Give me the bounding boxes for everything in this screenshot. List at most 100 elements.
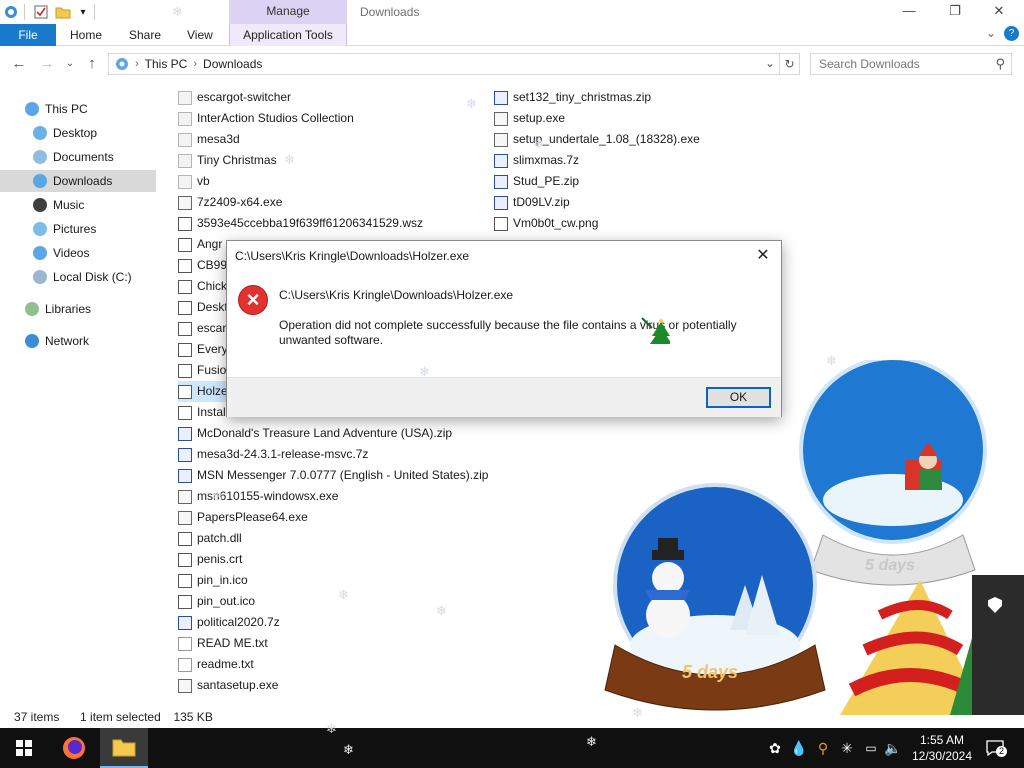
error-icon: ×	[238, 285, 268, 315]
file-list-item[interactable]: msn610155-windowsx.exe	[178, 486, 508, 507]
file-name: pin_out.ico	[197, 594, 256, 608]
archive-icon	[494, 91, 508, 105]
file-explorer-taskbar-button[interactable]	[100, 728, 148, 768]
tab-application-tools[interactable]: Application Tools	[229, 24, 347, 46]
file-list-item[interactable]: political2020.7z	[178, 612, 508, 633]
maximize-button[interactable]: ❐	[932, 0, 978, 24]
search-input[interactable]: Search Downloads ⚲	[810, 53, 1012, 75]
file-list-item[interactable]: slimxmas.7z	[494, 150, 824, 171]
file-list-item[interactable]: 7z2409-x64.exe	[178, 192, 508, 213]
file-name: CB99	[197, 258, 228, 272]
network-tray-icon[interactable]: ▭	[860, 728, 882, 768]
action-center-button[interactable]: 2	[982, 728, 1008, 768]
file-name: political2020.7z	[197, 615, 280, 629]
text-file-icon	[178, 658, 192, 672]
nav-label: Music	[53, 198, 85, 212]
nav-item-desktop[interactable]: Desktop	[0, 122, 156, 144]
file-list-item[interactable]: MSN Messenger 7.0.0777 (English - United…	[178, 465, 508, 486]
search-icon[interactable]: ⚲	[995, 56, 1005, 72]
file-list-item[interactable]: escargot-switcher	[178, 87, 508, 108]
address-dropdown-icon[interactable]: ⌄	[765, 56, 775, 70]
new-folder-icon[interactable]	[54, 3, 72, 21]
qat-divider	[94, 4, 95, 20]
tab-home[interactable]: Home	[58, 24, 114, 46]
file-list-item[interactable]: set132_tiny_christmas.zip	[494, 87, 824, 108]
nav-item-pictures[interactable]: Pictures	[0, 218, 156, 240]
status-bar: 37 items 1 item selected 135 KB	[14, 710, 213, 724]
tab-view[interactable]: View	[175, 24, 225, 46]
file-name: Install	[197, 405, 229, 419]
tray-app-icon[interactable]: ✿	[764, 728, 786, 768]
nav-item-this-pc[interactable]: This PC	[0, 98, 156, 120]
address-bar[interactable]: › This PC › Downloads ⌄	[108, 53, 780, 75]
file-list-item[interactable]: PapersPlease64.exe	[178, 507, 508, 528]
downloads-icon	[33, 174, 47, 188]
up-button[interactable]: ↑	[82, 54, 102, 74]
nav-item-downloads[interactable]: Downloads	[0, 170, 156, 192]
file-list-item[interactable]: Vm0b0t_cw.png	[494, 213, 824, 234]
breadcrumb-downloads[interactable]: Downloads	[203, 57, 262, 71]
nav-label: Documents	[53, 150, 114, 164]
tray-sparkle-icon[interactable]: ✳	[836, 728, 858, 768]
start-button[interactable]	[0, 728, 48, 768]
recent-locations-icon[interactable]: ⌄	[60, 54, 80, 74]
nav-item-network[interactable]: Network	[0, 330, 156, 352]
file-list-item[interactable]: mesa3d	[178, 129, 508, 150]
help-icon[interactable]: ?	[1004, 26, 1019, 41]
file-list-item[interactable]: vb	[178, 171, 508, 192]
forward-button[interactable]: →	[37, 54, 57, 74]
nav-item-documents[interactable]: Documents	[0, 146, 156, 168]
ok-button[interactable]: OK	[706, 387, 771, 408]
nav-item-libraries[interactable]: Libraries	[0, 298, 156, 320]
file-list-item[interactable]: setup.exe	[494, 108, 824, 129]
taskbar-clock[interactable]: 1:55 AM 12/30/2024	[906, 732, 978, 764]
breadcrumb-separator-icon[interactable]: ›	[193, 58, 197, 70]
minimize-button[interactable]: —	[886, 0, 932, 24]
file-icon	[178, 343, 192, 357]
file-list-item[interactable]: tD09LV.zip	[494, 192, 824, 213]
file-list-item[interactable]: Tiny Christmas	[178, 150, 508, 171]
firefox-taskbar-button[interactable]	[50, 728, 98, 768]
exe-icon	[178, 511, 192, 525]
file-icon	[178, 238, 192, 252]
file-name: 7z2409-x64.exe	[197, 195, 283, 209]
file-list-item[interactable]: 3593e45ccebba19f639ff61206341529.wsz	[178, 213, 508, 234]
file-list-item[interactable]: McDonald's Treasure Land Adventure (USA)…	[178, 423, 508, 444]
dialog-close-button[interactable]: ✕	[749, 243, 777, 269]
file-name: set132_tiny_christmas.zip	[513, 90, 652, 104]
exe-icon	[178, 490, 192, 504]
explorer-app-icon[interactable]	[2, 3, 20, 21]
properties-icon[interactable]	[32, 3, 50, 21]
snowflake-icon: ❄	[212, 489, 223, 504]
tray-search-app-icon[interactable]: ⚲	[812, 728, 834, 768]
breadcrumb-separator-icon[interactable]: ›	[135, 58, 139, 70]
back-button[interactable]: ←	[9, 54, 29, 74]
refresh-button[interactable]: ↻	[780, 53, 800, 75]
windows-logo-icon	[16, 740, 32, 756]
file-list-item[interactable]: patch.dll	[178, 528, 508, 549]
file-list-item[interactable]: Stud_PE.zip	[494, 171, 824, 192]
file-list-item[interactable]: READ ME.txt	[178, 633, 508, 654]
breadcrumb-this-pc[interactable]: This PC	[145, 57, 188, 71]
globe-left-label: 5 days	[682, 662, 738, 682]
tab-file[interactable]: File	[0, 24, 56, 46]
firefox-icon	[63, 737, 85, 759]
tray-drop-icon[interactable]: 💧	[788, 728, 810, 768]
ribbon-collapse-icon[interactable]: ⌄	[986, 26, 996, 40]
file-list-item[interactable]: mesa3d-24.3.1-release-msvc.7z	[178, 444, 508, 465]
qat-dropdown-icon[interactable]: ▾	[74, 3, 92, 21]
nav-item-local-disk[interactable]: Local Disk (C:)	[0, 266, 156, 288]
tab-share[interactable]: Share	[117, 24, 173, 46]
file-list-item[interactable]: readme.txt	[178, 654, 508, 675]
volume-icon[interactable]: 🔈	[882, 728, 904, 768]
nav-item-music[interactable]: Music	[0, 194, 156, 216]
exe-icon	[178, 196, 192, 210]
nav-item-videos[interactable]: Videos	[0, 242, 156, 264]
file-list-item[interactable]: InterAction Studios Collection	[178, 108, 508, 129]
dialog-message: Operation did not complete successfully …	[279, 318, 737, 347]
file-list-item[interactable]: penis.crt	[178, 549, 508, 570]
notification-toast[interactable]	[972, 575, 1024, 715]
close-button[interactable]: ✕	[976, 0, 1022, 24]
file-list-item[interactable]: santasetup.exe	[178, 675, 508, 696]
nav-label: Local Disk (C:)	[53, 270, 132, 284]
